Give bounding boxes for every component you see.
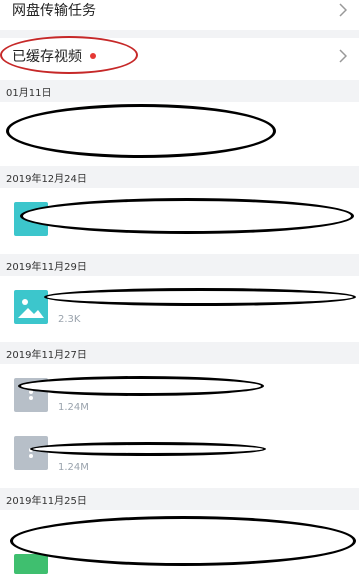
chevron-right-icon bbox=[339, 49, 347, 63]
redaction-mark bbox=[18, 376, 264, 396]
redaction-mark bbox=[10, 516, 356, 566]
annotation-circle bbox=[0, 36, 138, 74]
image-file-icon bbox=[14, 554, 48, 574]
list-item[interactable] bbox=[0, 188, 359, 250]
date-header: 01月11日 bbox=[0, 80, 359, 102]
list-item[interactable]: 1.24M bbox=[0, 364, 359, 426]
document-file-icon bbox=[14, 436, 48, 470]
image-file-icon bbox=[14, 290, 48, 324]
file-size: 2.3K bbox=[58, 314, 81, 325]
list-item[interactable] bbox=[0, 510, 359, 574]
list-item[interactable] bbox=[0, 102, 359, 164]
file-size: 1.24M bbox=[58, 462, 89, 473]
list-item[interactable]: 2.3K bbox=[0, 276, 359, 340]
date-header: 2019年11月29日 bbox=[0, 254, 359, 276]
date-header: 2019年11月25日 bbox=[0, 488, 359, 510]
redaction-mark bbox=[20, 198, 354, 234]
redaction-mark bbox=[44, 288, 356, 306]
redaction-mark bbox=[6, 104, 276, 158]
redaction-mark bbox=[30, 442, 266, 456]
chevron-right-icon bbox=[339, 3, 347, 17]
transfer-tasks-label: 网盘传输任务 bbox=[12, 3, 96, 19]
transfer-tasks-row[interactable]: 网盘传输任务 bbox=[0, 0, 359, 30]
date-header: 2019年12月24日 bbox=[0, 166, 359, 188]
list-item[interactable]: 1.24M bbox=[0, 426, 359, 490]
file-size: 1.24M bbox=[58, 402, 89, 413]
date-header: 2019年11月27日 bbox=[0, 342, 359, 364]
